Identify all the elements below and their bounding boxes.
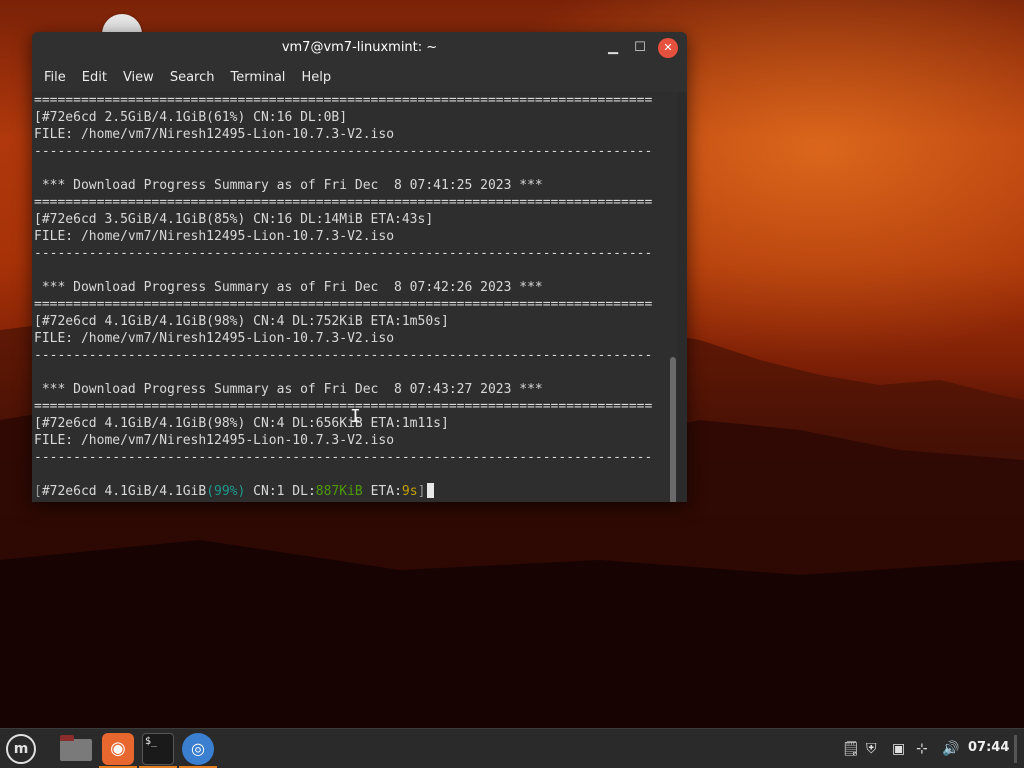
terminal-line: [#72e6cd 2.5GiB/4.1GiB(61%) CN:16 DL:0B] bbox=[34, 110, 348, 125]
menu-bar: File Edit View Search Terminal Help bbox=[32, 64, 687, 92]
show-desktop-button[interactable] bbox=[1014, 735, 1017, 763]
terminal-line: ----------------------------------------… bbox=[34, 144, 653, 159]
shield-icon[interactable]: ⛨ bbox=[866, 741, 877, 757]
progress-eta-label: ETA: bbox=[362, 484, 402, 499]
terminal-line: *** Download Progress Summary as of Fri … bbox=[34, 178, 543, 193]
progress-percent: (99%) bbox=[206, 484, 246, 499]
terminal-line: ----------------------------------------… bbox=[34, 348, 653, 363]
menu-file[interactable]: File bbox=[36, 64, 74, 92]
title-bar[interactable]: vm7@vm7-linuxmint: ~ ▁ ☐ ✕ bbox=[32, 32, 687, 64]
menu-help[interactable]: Help bbox=[293, 64, 339, 92]
scrollbar[interactable] bbox=[670, 357, 676, 502]
terminal-line: [#72e6cd 3.5GiB/4.1GiB(85%) CN:16 DL:14M… bbox=[34, 212, 434, 227]
window-title: vm7@vm7-linuxmint: ~ bbox=[281, 40, 438, 55]
menu-view[interactable]: View bbox=[115, 64, 162, 92]
terminal-window: vm7@vm7-linuxmint: ~ ▁ ☐ ✕ File Edit Vie… bbox=[32, 32, 687, 502]
progress-close-bracket: ] bbox=[417, 484, 426, 499]
maximize-button[interactable]: ☐ bbox=[630, 38, 650, 58]
clock[interactable]: 07:44 bbox=[968, 740, 1009, 755]
taskbar: m ◉ $_ ◎ 🗒 ⛨ ▣ ⊹ 🔊 07:44 bbox=[0, 728, 1024, 768]
mouse-ibeam-icon: I bbox=[350, 406, 361, 427]
terminal-line: *** Download Progress Summary as of Fri … bbox=[34, 382, 543, 397]
terminal-line: FILE: /home/vm7/Niresh12495-Lion-10.7.3-… bbox=[34, 331, 395, 346]
menu-terminal[interactable]: Terminal bbox=[222, 64, 293, 92]
terminal-line: ========================================… bbox=[34, 297, 653, 312]
terminal-icon[interactable]: $_ bbox=[142, 733, 174, 765]
clipboard-icon[interactable]: ▣ bbox=[892, 741, 905, 757]
progress-open-bracket: [ bbox=[34, 484, 42, 499]
network-icon[interactable]: ⊹ bbox=[916, 741, 928, 757]
terminal-line: ----------------------------------------… bbox=[34, 450, 653, 465]
progress-speed: 887KiB bbox=[315, 484, 363, 499]
terminal-line: ========================================… bbox=[34, 93, 653, 108]
mint-menu-icon[interactable]: m bbox=[6, 734, 36, 764]
terminal-line: FILE: /home/vm7/Niresh12495-Lion-10.7.3-… bbox=[34, 433, 395, 448]
text-cursor bbox=[427, 483, 435, 498]
terminal-output[interactable]: ========================================… bbox=[32, 92, 677, 502]
progress-line: [#72e6cd 4.1GiB/4.1GiB(99%) CN:1 DL:887K… bbox=[34, 483, 677, 500]
volume-icon[interactable]: 🔊 bbox=[942, 741, 959, 757]
terminal-line: [#72e6cd 4.1GiB/4.1GiB(98%) CN:4 DL:752K… bbox=[34, 314, 449, 329]
terminal-line: FILE: /home/vm7/Niresh12495-Lion-10.7.3-… bbox=[34, 229, 395, 244]
progress-eta: 9s bbox=[401, 484, 418, 499]
notes-icon[interactable]: 🗒 bbox=[842, 741, 860, 757]
progress-id-size: #72e6cd 4.1GiB/4.1GiB bbox=[41, 484, 207, 499]
terminal-line: *** Download Progress Summary as of Fri … bbox=[34, 280, 543, 295]
terminal-line: FILE: /home/vm7/Niresh12495-Lion-10.7.3-… bbox=[34, 127, 395, 142]
minimize-button[interactable]: ▁ bbox=[603, 38, 623, 58]
terminal-line: ========================================… bbox=[34, 195, 653, 210]
menu-edit[interactable]: Edit bbox=[74, 64, 115, 92]
web-app-icon[interactable]: ◎ bbox=[182, 733, 214, 765]
menu-search[interactable]: Search bbox=[162, 64, 223, 92]
progress-cn: CN:1 DL: bbox=[245, 484, 316, 499]
terminal-line: ----------------------------------------… bbox=[34, 246, 653, 261]
close-button[interactable]: ✕ bbox=[658, 38, 678, 58]
files-icon[interactable] bbox=[60, 735, 92, 761]
firefox-icon[interactable]: ◉ bbox=[102, 733, 134, 765]
